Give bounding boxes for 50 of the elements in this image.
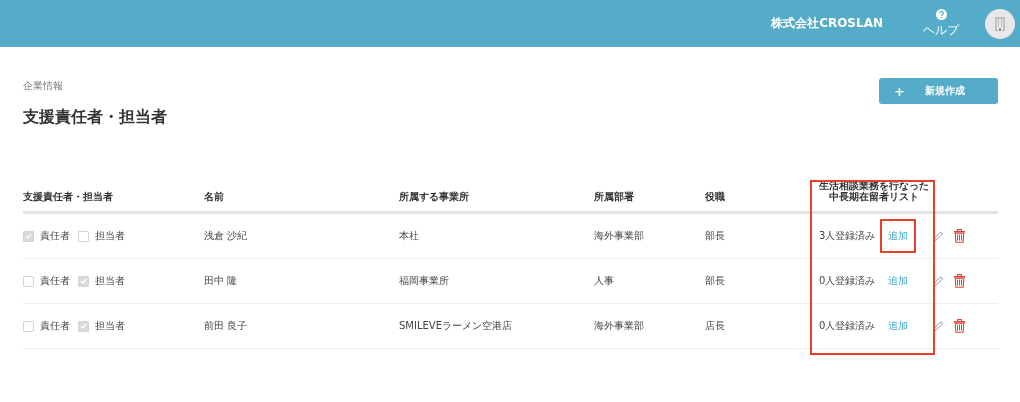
page-title: 支援責任者・担当者 [23, 107, 167, 128]
table-cell: 部長 [705, 275, 725, 286]
table-cell: 店長 [705, 320, 725, 331]
table-cell: 福岡事業所 [399, 275, 449, 286]
trash-icon[interactable] [953, 274, 966, 288]
table-cell: 人事 [594, 275, 614, 286]
checkbox[interactable] [23, 275, 34, 287]
help-label[interactable]: ヘルプ [923, 21, 959, 39]
trash-icon[interactable] [953, 229, 966, 243]
registered-count: 0人登録済み [819, 274, 876, 288]
checkbox[interactable] [78, 320, 89, 332]
pencil-icon[interactable] [932, 319, 944, 333]
avatar[interactable] [985, 8, 1015, 39]
registered-count: 3人登録済み [819, 229, 876, 243]
checkbox[interactable] [78, 230, 89, 242]
pencil-icon[interactable] [932, 274, 944, 288]
checkbox-label: 責任者 [40, 274, 70, 288]
table-cell: SMILEVEラーメン空港店 [399, 320, 512, 331]
column-header: 役職 [705, 191, 725, 202]
column-header: 名前 [204, 191, 224, 202]
checkbox[interactable] [23, 230, 34, 242]
table-cell: 海外事業部 [594, 320, 644, 331]
checkbox-label: 担当者 [95, 319, 125, 333]
building-icon [995, 16, 1005, 31]
checkbox-label: 担当者 [95, 229, 125, 243]
add-link[interactable]: 追加 [880, 264, 917, 298]
table-cell: 田中 隆 [204, 275, 238, 286]
table-cell: 本社 [399, 230, 419, 241]
pencil-icon[interactable] [932, 229, 944, 243]
table-cell: 海外事業部 [594, 230, 644, 241]
column-header: 中長期在留者リスト [828, 191, 919, 202]
add-link[interactable]: 追加 [880, 309, 917, 343]
checkbox-label: 担当者 [95, 274, 125, 288]
column-header: 所属部署 [594, 191, 634, 202]
table-cell: 前田 良子 [204, 320, 248, 331]
create-button[interactable]: + 新規作成 [879, 78, 998, 104]
company-name: 株式会社CROSLAN [771, 15, 883, 32]
checkbox-label: 責任者 [40, 229, 70, 243]
checkbox[interactable] [78, 275, 89, 287]
column-header: 支援責任者・担当者 [23, 191, 113, 202]
checkbox[interactable] [23, 320, 34, 332]
help-icon[interactable] [935, 8, 947, 20]
registered-count: 0人登録済み [819, 319, 876, 333]
breadcrumb[interactable]: 企業情報 [23, 79, 167, 93]
checkbox-label: 責任者 [40, 319, 70, 333]
table-cell: 浅倉 沙紀 [204, 230, 248, 241]
add-link[interactable]: 追加 [880, 219, 917, 253]
trash-icon[interactable] [953, 319, 966, 333]
table-cell: 部長 [705, 230, 725, 241]
column-header: 所属する事業所 [399, 191, 469, 202]
